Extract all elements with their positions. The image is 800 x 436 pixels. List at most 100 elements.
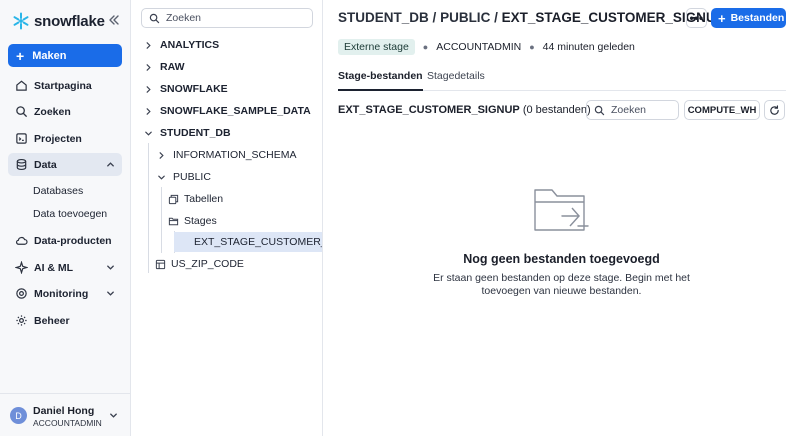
tree-item-label: STUDENT_DB bbox=[160, 127, 231, 139]
nav-item-home[interactable]: Startpagina bbox=[8, 74, 122, 97]
nav-item-admin[interactable]: Beheer bbox=[8, 309, 122, 332]
tab-stage-files[interactable]: Stage-bestanden bbox=[338, 70, 423, 91]
folder-open-icon bbox=[168, 217, 179, 225]
user-menu[interactable]: D Daniel Hong ACCOUNTADMIN bbox=[0, 393, 131, 436]
modified-time: 44 minuten geleden bbox=[542, 40, 635, 53]
nav-item-data[interactable]: Data bbox=[8, 153, 122, 176]
collapse-sidebar-button[interactable] bbox=[106, 12, 122, 28]
tree-item-label: SNOWFLAKE_SAMPLE_DATA bbox=[160, 105, 311, 117]
tree-item-schema[interactable]: PUBLIC bbox=[157, 167, 211, 187]
tree-search-input[interactable]: Zoeken bbox=[141, 8, 313, 28]
nav-item-label: AI & ML bbox=[34, 261, 74, 274]
chevron-right-icon bbox=[146, 107, 151, 115]
chevron-down-icon bbox=[107, 265, 114, 270]
tree-item-label: INFORMATION_SCHEMA bbox=[173, 149, 297, 161]
tree-item-database[interactable]: SNOWFLAKE_SAMPLE_DATA bbox=[144, 101, 311, 121]
separator-dot: ● bbox=[422, 41, 429, 52]
chevron-down-icon bbox=[110, 413, 117, 418]
cloud-icon bbox=[15, 236, 28, 245]
search-icon bbox=[594, 105, 605, 115]
more-actions-button[interactable]: ••• bbox=[686, 8, 707, 28]
tree-item-label: SNOWFLAKE bbox=[160, 83, 228, 95]
tree-item-label: US_ZIP_CODE bbox=[171, 258, 244, 270]
tab-stage-details[interactable]: Stagedetails bbox=[427, 70, 485, 91]
tree-item-other[interactable]: US_ZIP_CODE bbox=[155, 254, 244, 274]
nav-item-projects[interactable]: Projecten bbox=[8, 127, 122, 150]
owner-role: ACCOUNTADMIN bbox=[436, 40, 522, 53]
empty-state-title: Nog geen bestanden toegevoegd bbox=[463, 252, 660, 266]
breadcrumb-database[interactable]: STUDENT_DB bbox=[338, 10, 429, 25]
tree-guide-line bbox=[148, 143, 149, 273]
tree-item-label: RAW bbox=[160, 61, 185, 73]
tree-item-tables[interactable]: Tabellen bbox=[168, 189, 223, 209]
nav-item-label: Projecten bbox=[34, 132, 82, 145]
breadcrumb-separator: / bbox=[432, 10, 437, 25]
tree-item-database[interactable]: STUDENT_DB bbox=[144, 123, 231, 143]
tree-item-stage-selected[interactable]: EXT_STAGE_CUSTOMER_SIGNUP bbox=[174, 232, 322, 252]
ai-icon bbox=[15, 261, 28, 274]
section-title: EXT_STAGE_CUSTOMER_SIGNUP (0 bestanden) bbox=[338, 104, 591, 116]
empty-state-description: Er staan geen bestanden op deze stage. B… bbox=[433, 272, 690, 297]
nav-subitem-add-data[interactable]: Data toevoegen bbox=[33, 208, 107, 220]
tree-item-stages[interactable]: Stages bbox=[168, 211, 217, 231]
home-icon bbox=[16, 80, 27, 91]
nav-item-monitoring[interactable]: Monitoring bbox=[8, 282, 122, 305]
projects-icon bbox=[16, 133, 27, 144]
nav-item-data-products[interactable]: Data-producten bbox=[8, 229, 122, 252]
nav-item-label: Data bbox=[34, 158, 57, 171]
tree-item-schema[interactable]: INFORMATION_SCHEMA bbox=[157, 145, 296, 165]
nav-item-ai-ml[interactable]: AI & ML bbox=[8, 256, 122, 279]
separator-dot: ● bbox=[529, 41, 535, 52]
stage-meta: Externe stage ● ACCOUNTADMIN ● 44 minute… bbox=[338, 38, 635, 55]
tree-guide-line bbox=[161, 187, 162, 253]
object-explorer: Zoeken ANALYTICS RAW SNOWFLAKE SNOWFLAKE… bbox=[131, 0, 323, 436]
refresh-icon bbox=[770, 104, 779, 115]
breadcrumb-schema[interactable]: PUBLIC bbox=[440, 10, 490, 25]
plus-icon: + bbox=[718, 10, 726, 26]
nav-item-label: Startpagina bbox=[34, 79, 92, 92]
tree-item-database[interactable]: ANALYTICS bbox=[144, 35, 219, 55]
breadcrumb: STUDENT_DB / PUBLIC / EXT_STAGE_CUSTOMER… bbox=[338, 10, 725, 25]
chevron-up-icon bbox=[107, 162, 114, 167]
tree-item-label: PUBLIC bbox=[173, 171, 211, 183]
tab-bar: Stage-bestanden Stagedetails bbox=[338, 70, 786, 91]
chevron-down-icon bbox=[158, 175, 165, 180]
monitoring-icon bbox=[16, 288, 27, 299]
double-chevron-left-icon bbox=[109, 15, 119, 25]
empty-folder-icon bbox=[534, 189, 589, 231]
tree-item-database[interactable]: SNOWFLAKE bbox=[144, 79, 228, 99]
main-panel: STUDENT_DB / PUBLIC / EXT_STAGE_CUSTOMER… bbox=[323, 0, 800, 436]
create-button[interactable]: + Maken bbox=[8, 44, 122, 67]
tree-item-database[interactable]: RAW bbox=[144, 57, 185, 77]
breadcrumb-separator: / bbox=[494, 10, 498, 25]
nav-item-label: Data-producten bbox=[34, 234, 112, 247]
database-icon bbox=[16, 158, 27, 171]
stage-type-badge: Externe stage bbox=[338, 38, 415, 55]
tree-search-placeholder: Zoeken bbox=[166, 12, 202, 24]
avatar: D bbox=[10, 407, 27, 424]
more-icon: ••• bbox=[689, 11, 704, 25]
chevron-right-icon bbox=[146, 85, 151, 93]
logo-text: snowflake bbox=[34, 12, 105, 30]
file-search-placeholder: Zoeken bbox=[611, 104, 647, 116]
tree-item-label: ANALYTICS bbox=[160, 39, 220, 51]
nav-item-label: Monitoring bbox=[34, 287, 89, 300]
user-name: Daniel Hong bbox=[33, 405, 95, 417]
chevron-down-icon bbox=[145, 131, 152, 136]
file-search-input[interactable]: Zoeken bbox=[586, 100, 679, 120]
nav-item-label: Zoeken bbox=[34, 105, 71, 118]
nav-subitem-databases[interactable]: Databases bbox=[33, 185, 83, 197]
chevron-right-icon bbox=[159, 151, 164, 159]
nav-item-label: Beheer bbox=[34, 314, 70, 327]
nav-item-search[interactable]: Zoeken bbox=[8, 100, 122, 123]
tree-item-label: EXT_STAGE_CUSTOMER_SIGNUP bbox=[194, 236, 322, 248]
search-icon bbox=[149, 13, 160, 23]
chevron-right-icon bbox=[146, 63, 151, 71]
plus-icon: + bbox=[16, 47, 25, 64]
tree-item-label: Tabellen bbox=[184, 193, 224, 205]
add-files-button[interactable]: + Bestanden bbox=[711, 8, 786, 28]
warehouse-selector[interactable]: COMPUTE_WH bbox=[684, 100, 760, 120]
tables-icon bbox=[168, 194, 179, 204]
search-icon bbox=[16, 106, 28, 118]
refresh-button[interactable] bbox=[764, 100, 785, 120]
